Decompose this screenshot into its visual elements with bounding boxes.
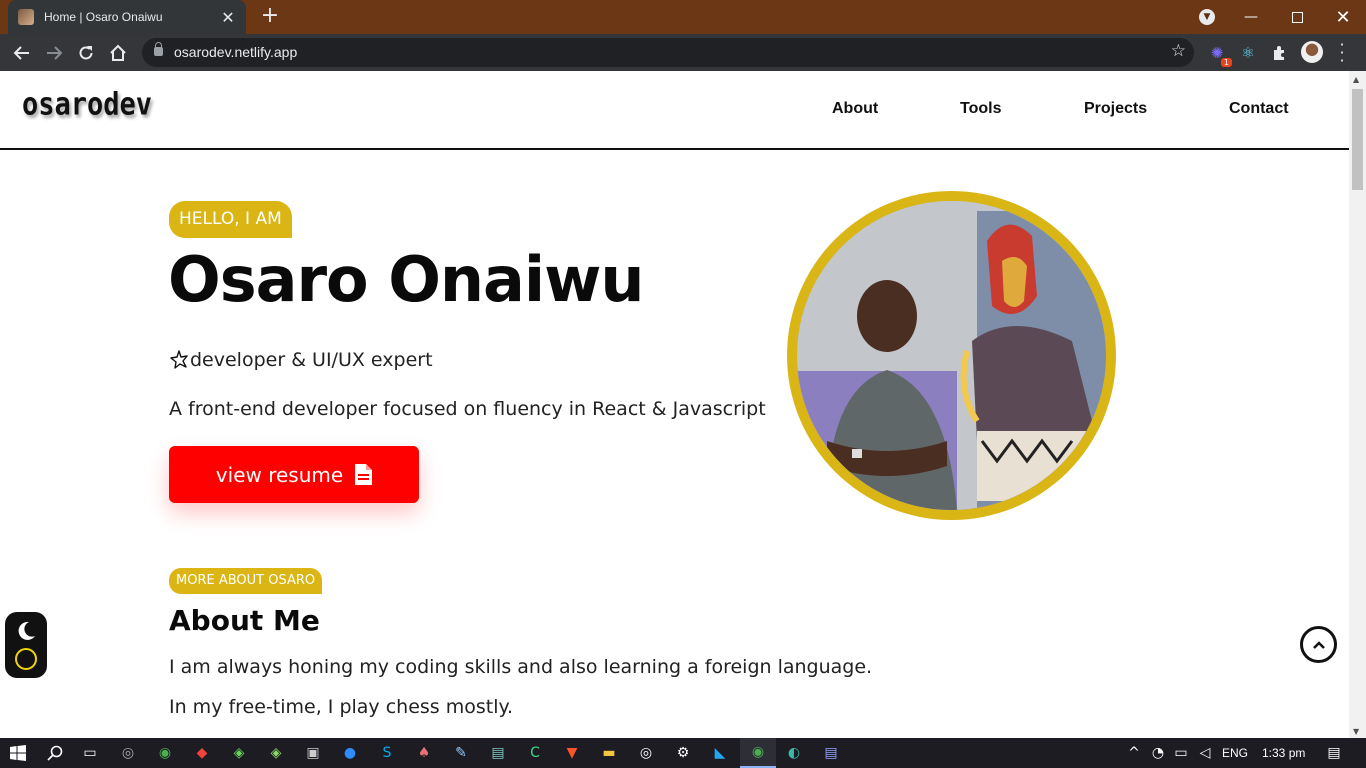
- chevron-up-icon: [1312, 640, 1325, 649]
- nav-link-about[interactable]: About: [832, 100, 878, 118]
- portrait-illustration: [797, 201, 1106, 510]
- maximize-button[interactable]: [1274, 0, 1320, 34]
- git-kraken-icon[interactable]: ◈: [266, 743, 286, 763]
- notifications-icon[interactable]: ▤: [1324, 743, 1344, 763]
- settings-icon[interactable]: ⚙: [673, 743, 693, 763]
- volume-icon[interactable]: ◁: [1195, 743, 1215, 763]
- extensions-puzzle-icon[interactable]: [1269, 42, 1291, 64]
- about-paragraph: I am always honing my coding skills and …: [169, 656, 873, 678]
- reload-button[interactable]: [73, 40, 99, 66]
- arrow-left-icon: [13, 46, 29, 60]
- profile-avatar[interactable]: [1301, 41, 1323, 63]
- edge-icon[interactable]: ◐: [784, 743, 804, 763]
- tools-icon[interactable]: ✎: [451, 743, 471, 763]
- chrome-icon[interactable]: ◉: [155, 743, 175, 763]
- nav-link-tools[interactable]: Tools: [960, 100, 1001, 118]
- scroll-up-arrow-icon[interactable]: ▲: [1353, 75, 1359, 84]
- obs-icon[interactable]: ◎: [118, 743, 138, 763]
- scroll-to-top-button[interactable]: [1300, 626, 1337, 663]
- windows-start-icon[interactable]: [8, 743, 28, 763]
- chevron-up-icon[interactable]: ^: [1124, 743, 1144, 763]
- camtasia-icon[interactable]: C: [525, 743, 545, 763]
- extension-virus-icon[interactable]: ✺ 1: [1206, 42, 1232, 67]
- puzzle-icon: [1274, 46, 1284, 60]
- profile-portrait: [787, 191, 1116, 520]
- view-resume-button[interactable]: view resume: [169, 446, 419, 503]
- windows-taskbar: ▭ ◎ ◉ ◆ ◈ ◈ ▣ ● S ♠ ✎ ▤ C ▼ ▬ ◎ ⚙ ◣ ◉ ◐ …: [0, 738, 1366, 768]
- search-icon[interactable]: [45, 743, 65, 763]
- battery-icon[interactable]: ▭: [1171, 743, 1191, 763]
- tagline-text: developer & UI/UX expert: [190, 349, 433, 371]
- close-window-button[interactable]: ✕: [1320, 0, 1366, 34]
- moon-icon: [18, 621, 35, 640]
- brave-icon[interactable]: ▼: [562, 743, 582, 763]
- terminal-icon[interactable]: ▣: [303, 743, 323, 763]
- file-explorer-icon[interactable]: ▬: [599, 743, 619, 763]
- home-button[interactable]: [105, 40, 131, 66]
- site-logo[interactable]: osarodev: [22, 87, 152, 123]
- tab-title: Home | Osaro Onaiwu: [44, 10, 163, 24]
- windows-logo-icon: [10, 745, 26, 761]
- new-tab-button[interactable]: +: [256, 4, 284, 30]
- sparkle-icon: [170, 350, 188, 369]
- document-icon: [355, 464, 373, 485]
- anydesk-icon[interactable]: ◆: [192, 743, 212, 763]
- reload-icon: [79, 46, 93, 60]
- zoom-icon[interactable]: ●: [340, 743, 360, 763]
- address-bar[interactable]: osarodev.netlify.app ☆: [142, 38, 1194, 67]
- git-icon[interactable]: ◈: [229, 743, 249, 763]
- document-app-icon[interactable]: ▤: [821, 743, 841, 763]
- browser-menu-icon[interactable]: · · ·: [1335, 37, 1349, 69]
- hero-tagline: developer & UI/UX expert: [169, 349, 433, 371]
- notepad-icon[interactable]: ▤: [488, 743, 508, 763]
- vscode-icon[interactable]: ◣: [710, 743, 730, 763]
- resume-button-label: view resume: [215, 462, 344, 487]
- chevron-down-icon: ▼: [1199, 9, 1215, 25]
- task-view-icon[interactable]: ▭: [80, 743, 100, 763]
- back-button[interactable]: [9, 40, 35, 66]
- tab-search-button[interactable]: ▼: [1184, 0, 1230, 34]
- clock[interactable]: 1:33 pm: [1262, 746, 1305, 760]
- minimize-button[interactable]: —: [1228, 0, 1274, 34]
- page-scrollbar[interactable]: ▲ ▼: [1349, 71, 1366, 738]
- hero-name: Osaro Onaiwu: [168, 243, 645, 316]
- sun-icon: [15, 648, 37, 670]
- react-devtools-icon[interactable]: ⚛: [1237, 42, 1259, 64]
- scrollbar-thumb[interactable]: [1352, 89, 1363, 190]
- games-icon[interactable]: ♠: [414, 743, 434, 763]
- hero-intro: A front-end developer focused on fluency…: [169, 398, 766, 420]
- greeting-badge: HELLO, I AM: [169, 201, 292, 238]
- close-tab-icon[interactable]: ✕: [220, 8, 236, 27]
- about-paragraph: In my free-time, I play chess mostly.: [169, 696, 514, 718]
- restore-icon: [1291, 11, 1303, 23]
- page-viewport: osarodev About Tools Projects Contact HE…: [0, 71, 1349, 738]
- nav-link-projects[interactable]: Projects: [1084, 100, 1147, 118]
- theme-toggle[interactable]: [5, 612, 47, 678]
- scroll-down-arrow-icon[interactable]: ▼: [1353, 727, 1359, 736]
- browser-tab[interactable]: Home | Osaro Onaiwu ✕: [8, 0, 246, 34]
- skype-icon[interactable]: S: [377, 743, 397, 763]
- target-icon[interactable]: ◎: [636, 743, 656, 763]
- nav-link-contact[interactable]: Contact: [1229, 100, 1289, 118]
- bookmark-star-icon[interactable]: ☆: [1171, 41, 1186, 61]
- browser-toolbar: osarodev.netlify.app ☆ ✺ 1 ⚛ · · ·: [0, 34, 1366, 71]
- forward-button[interactable]: [41, 40, 67, 66]
- more-about-badge: MORE ABOUT OSARO: [169, 568, 323, 594]
- about-title: About Me: [169, 604, 320, 637]
- magnifier-icon: [47, 745, 63, 761]
- extension-badge: 1: [1220, 58, 1232, 67]
- arrow-right-icon: [47, 46, 63, 60]
- wifi-icon[interactable]: ◔: [1148, 743, 1168, 763]
- home-icon: [110, 44, 126, 61]
- lock-icon: [154, 42, 163, 56]
- browser-tab-bar: Home | Osaro Onaiwu ✕ + ▼ — ✕: [0, 0, 1366, 34]
- site-header: osarodev About Tools Projects Contact: [0, 71, 1349, 150]
- chrome-active-icon[interactable]: ◉: [740, 738, 776, 768]
- language-indicator[interactable]: ENG: [1222, 746, 1248, 760]
- portrait-photo: [797, 201, 1106, 510]
- url-text[interactable]: osarodev.netlify.app: [174, 44, 297, 60]
- site-favicon-icon: [18, 9, 34, 25]
